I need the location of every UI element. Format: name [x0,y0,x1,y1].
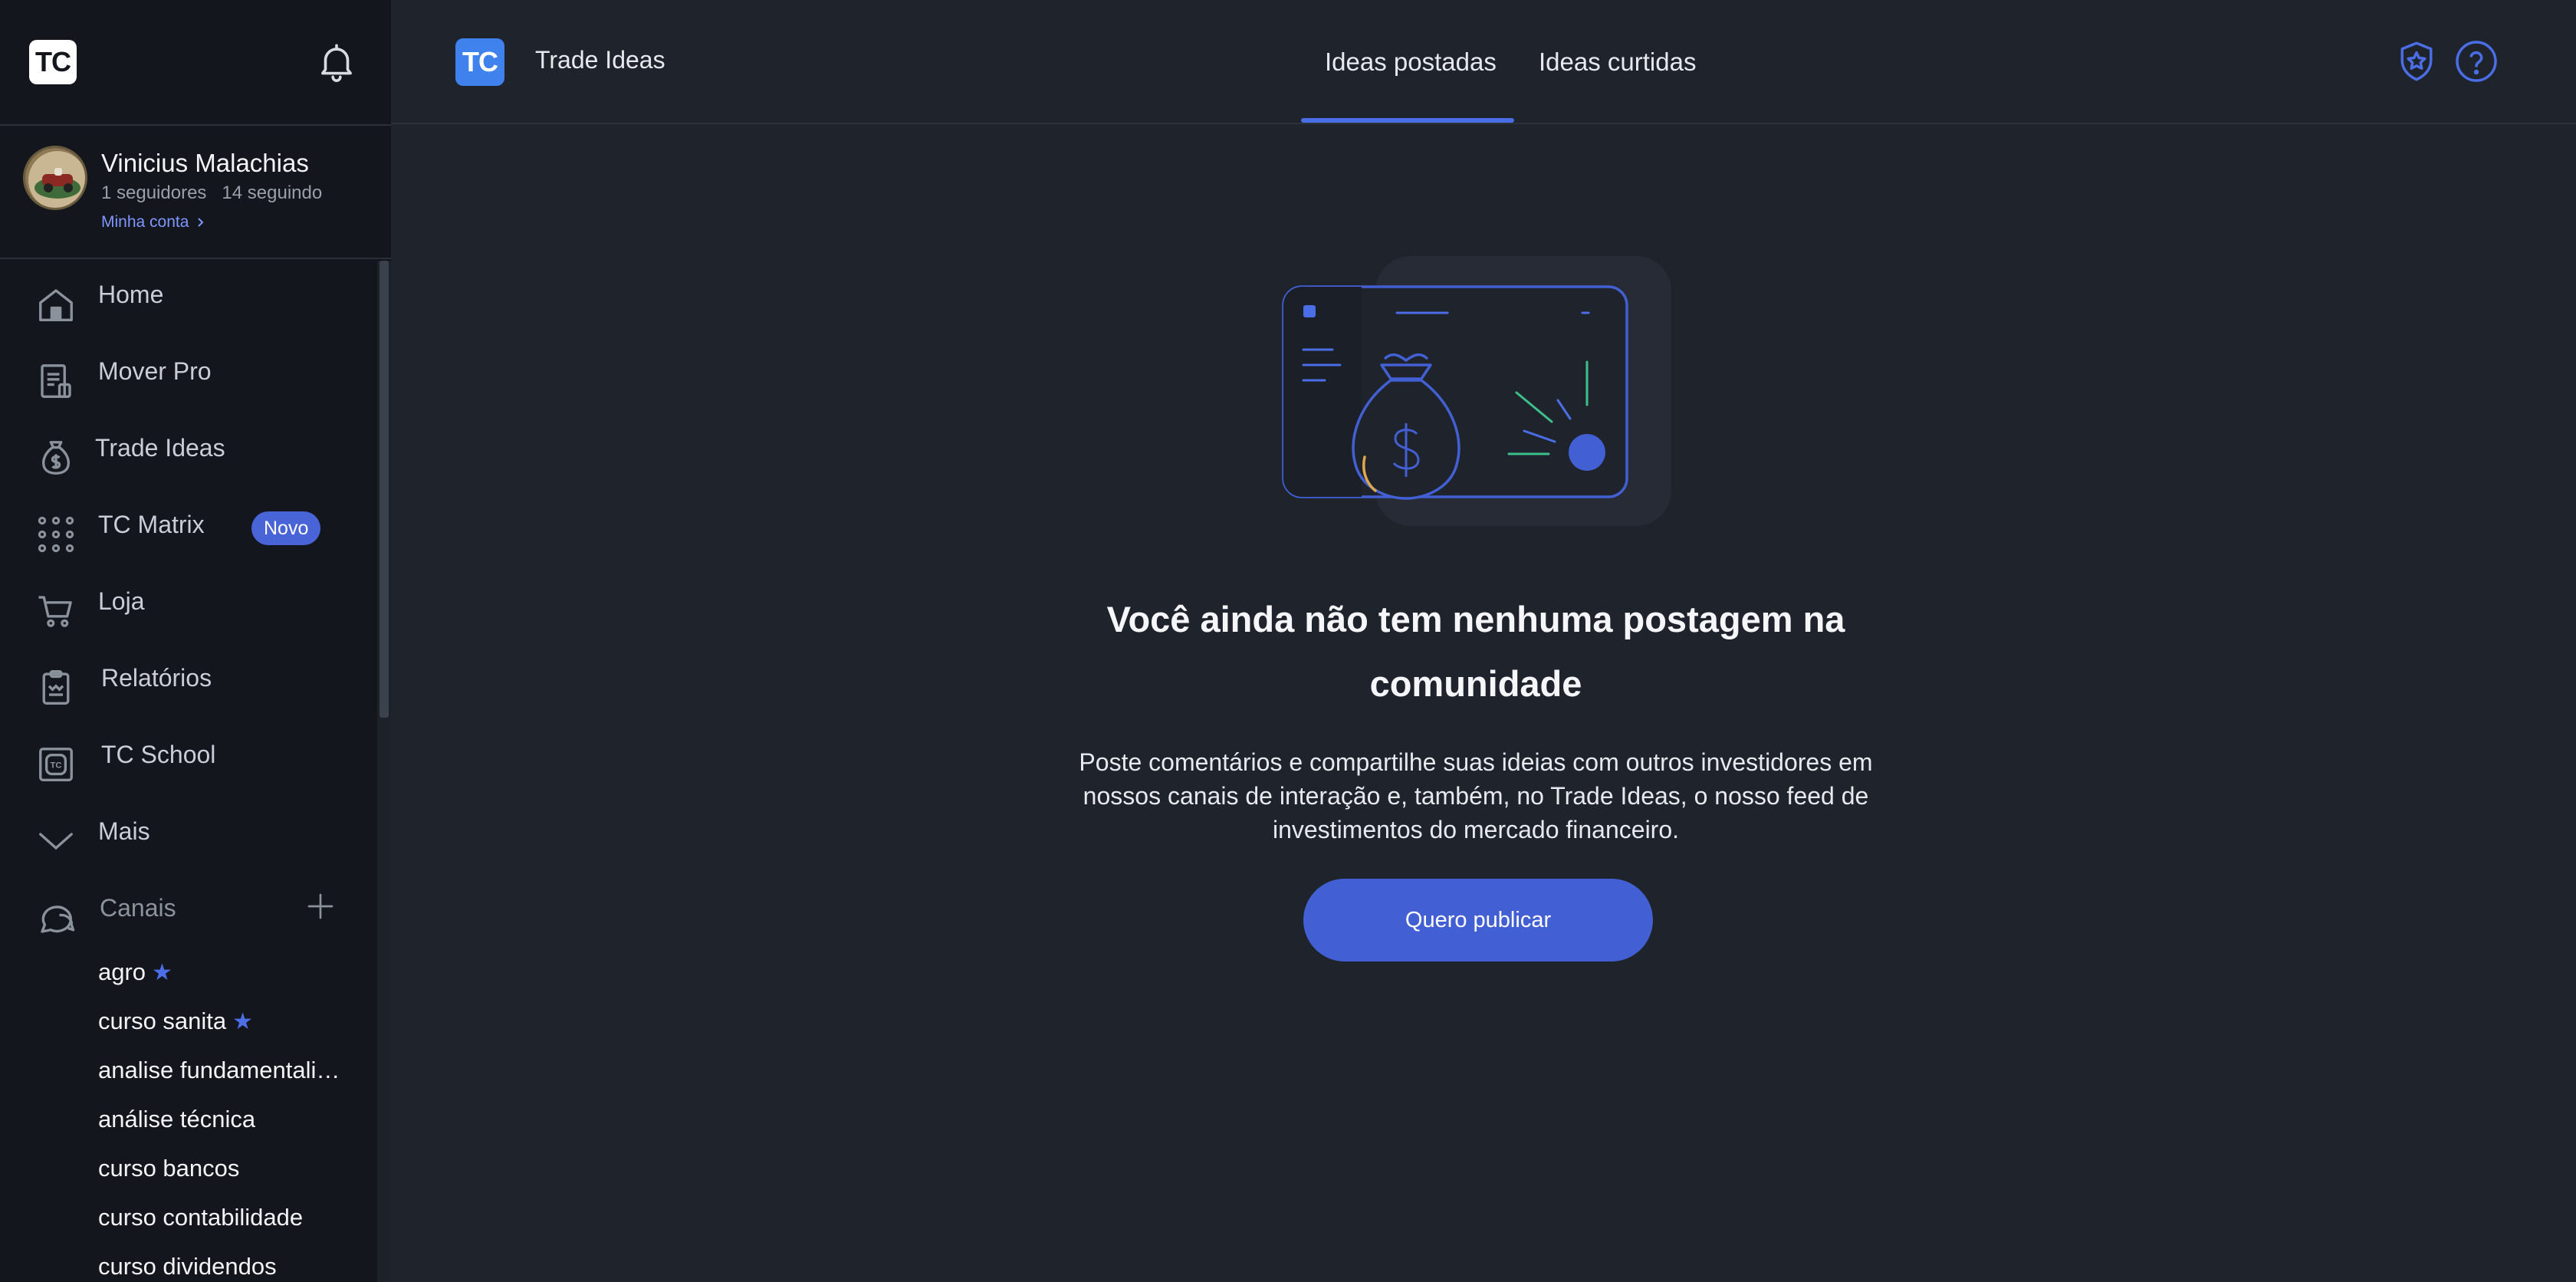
profile-name: Vinicius Malachias [101,149,309,177]
channel-item[interactable]: curso sanita ★ [98,1008,253,1035]
sidebar-item-tc-matrix[interactable]: TC Matrix Novo [0,491,377,567]
avatar[interactable] [23,146,87,210]
channel-label: curso contabilidade [98,1204,304,1231]
chevron-right-icon [198,218,204,227]
my-account-label: Minha conta [101,213,189,231]
channel-item[interactable]: curso dividendos [98,1253,277,1280]
sidebar-item-tc-school[interactable]: TC TC School [0,721,377,797]
profile-card: Vinicius Malachias 1 seguidores 14 segui… [0,124,391,259]
sidebar-item-label: Canais [100,894,176,922]
sidebar-item-relatorios[interactable]: Relatórios [0,644,377,721]
sidebar-item-canais[interactable]: Canais [0,874,377,951]
page-title: Trade Ideas [535,46,665,74]
home-icon [39,289,73,321]
sidebar-item-trade-ideas[interactable]: Trade Ideas [0,414,377,491]
star-icon: ★ [152,960,172,985]
chat-bubble-icon [41,906,75,933]
sidebar-item-label: TC School [101,741,216,768]
channel-item[interactable]: análise técnica [98,1106,255,1133]
empty-state-illustration [1282,256,1671,526]
star-icon: ★ [232,1009,254,1034]
trade-ideas-logo: TC [455,38,504,86]
channel-item[interactable]: analise fundamentalista [98,1057,343,1084]
channel-label: analise fundamentalista [98,1057,343,1083]
publish-button[interactable]: Quero publicar [1303,879,1653,962]
channel-item[interactable]: curso bancos [98,1155,239,1182]
tab-ideas-curtidas[interactable]: Ideas curtidas [1539,48,1696,77]
sidebar-item-loja[interactable]: Loja [0,567,377,644]
document-icon [41,364,71,398]
channel-label: curso sanita [98,1008,227,1034]
sidebar-item-label: Loja [98,587,145,615]
tab-ideas-postadas[interactable]: Ideas postadas [1325,48,1497,77]
sidebar-item-mover-pro[interactable]: Mover Pro [0,337,377,414]
active-tab-indicator [1301,118,1514,123]
sidebar-item-label: TC Matrix [98,511,205,538]
channel-label: curso dividendos [98,1253,277,1280]
sidebar-nav: Home Mover Pro Trade Ideas TC Matrix Nov… [0,261,377,1282]
channel-label: análise técnica [98,1106,256,1132]
new-badge: Novo [251,511,321,545]
sidebar-item-label: Home [98,281,164,308]
channel-label: agro [98,958,146,985]
sidebar-item-home[interactable]: Home [0,261,377,337]
report-icon [42,669,70,705]
top-header: TC Trade Ideas Ideas postadas Ideas curt… [391,0,2576,124]
my-account-link[interactable]: Minha conta [101,213,205,232]
money-bag-icon [42,441,70,475]
sidebar-item-label: Relatórios [101,664,212,692]
channel-item[interactable]: curso contabilidade [98,1204,303,1231]
sidebar: TC Vinicius Malachias 1 seguidores 14 se… [0,0,391,1282]
channel-label: curso bancos [98,1155,240,1182]
sidebar-top: TC [0,0,391,124]
svg-text:TC: TC [51,761,62,771]
empty-state-title: Você ainda não tem nenhuma postagem na c… [1106,599,1845,704]
sidebar-item-label: Trade Ideas [95,434,225,462]
empty-state-description: Poste comentários e compartilhe suas ide… [1079,748,1873,843]
help-icon[interactable] [2453,38,2499,84]
chevron-down-icon [39,833,73,850]
add-channel-icon[interactable] [305,891,336,922]
sidebar-scrollbar-thumb[interactable] [380,261,389,718]
bell-icon[interactable] [314,40,359,84]
shield-star-icon[interactable] [2394,38,2440,84]
profile-stats: 1 seguidores 14 seguindo [101,182,323,203]
sidebar-item-label: Mover Pro [98,357,212,385]
tc-logo[interactable]: TC [29,40,77,84]
school-icon: TC [39,748,73,781]
channel-item[interactable]: agro ★ [98,958,172,986]
sidebar-item-mais[interactable]: Mais [0,797,377,874]
sidebar-item-label: Mais [98,817,150,845]
cart-icon [38,596,72,627]
grid-dots-icon [38,516,74,553]
